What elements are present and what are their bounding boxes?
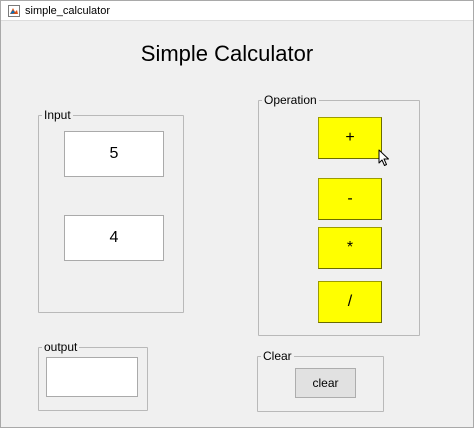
clear-button[interactable]: clear xyxy=(295,368,356,398)
title-bar: simple_calculator xyxy=(1,1,473,21)
first-number-input[interactable]: 5 xyxy=(64,131,164,177)
multiply-button[interactable]: * xyxy=(318,227,382,269)
matlab-figure-icon xyxy=(8,5,20,17)
subtract-button[interactable]: - xyxy=(318,178,382,220)
operation-panel-label: Operation xyxy=(262,93,319,107)
mouse-cursor-icon xyxy=(378,149,389,166)
page-title: Simple Calculator xyxy=(140,41,314,66)
window-title: simple_calculator xyxy=(25,5,110,17)
divide-button[interactable]: / xyxy=(318,281,382,323)
app-window: simple_calculator Simple Calculator Inpu… xyxy=(0,0,474,428)
output-panel-label: output xyxy=(42,340,80,354)
clear-panel-label: Clear xyxy=(261,349,294,363)
second-number-input[interactable]: 4 xyxy=(64,215,164,261)
add-button[interactable]: + xyxy=(318,117,382,159)
output-field xyxy=(46,357,138,397)
input-panel-label: Input xyxy=(42,108,73,122)
